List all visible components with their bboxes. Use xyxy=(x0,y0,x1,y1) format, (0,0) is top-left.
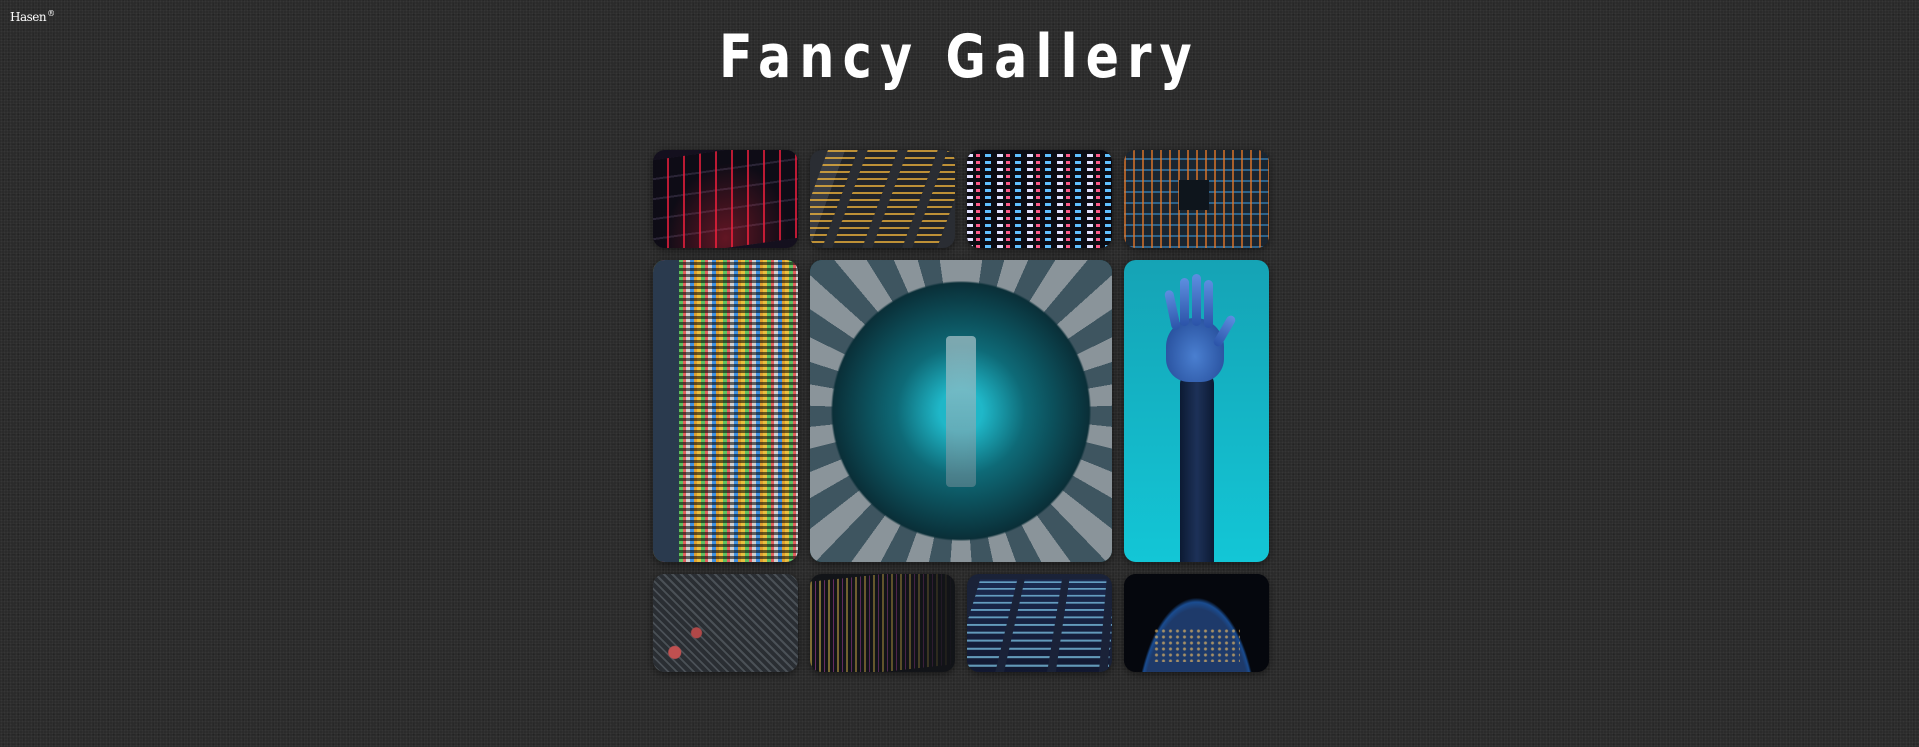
gallery-image-code-dark[interactable] xyxy=(810,574,955,672)
gallery-grid xyxy=(653,150,1269,673)
gallery-image-laptop-code[interactable] xyxy=(967,574,1112,672)
brand-name: Hasen xyxy=(10,10,47,24)
gallery-image-code-colorful[interactable] xyxy=(967,150,1112,248)
gallery-image-robotic-hand[interactable] xyxy=(1124,260,1269,562)
gallery-image-keyboard[interactable] xyxy=(653,150,798,248)
gallery-image-earth-night[interactable] xyxy=(1124,574,1269,672)
gallery-image-code-screen[interactable] xyxy=(653,260,798,562)
gallery-image-code-editor[interactable] xyxy=(810,150,955,248)
page-title: Fancy Gallery xyxy=(719,22,1200,92)
brand-logo[interactable]: Hasen® xyxy=(10,9,55,24)
gallery-image-motherboard[interactable] xyxy=(653,574,798,672)
gallery-image-circuit-board[interactable] xyxy=(1124,150,1269,248)
registered-mark: ® xyxy=(47,9,55,18)
gallery-image-chamber[interactable] xyxy=(810,260,1112,562)
